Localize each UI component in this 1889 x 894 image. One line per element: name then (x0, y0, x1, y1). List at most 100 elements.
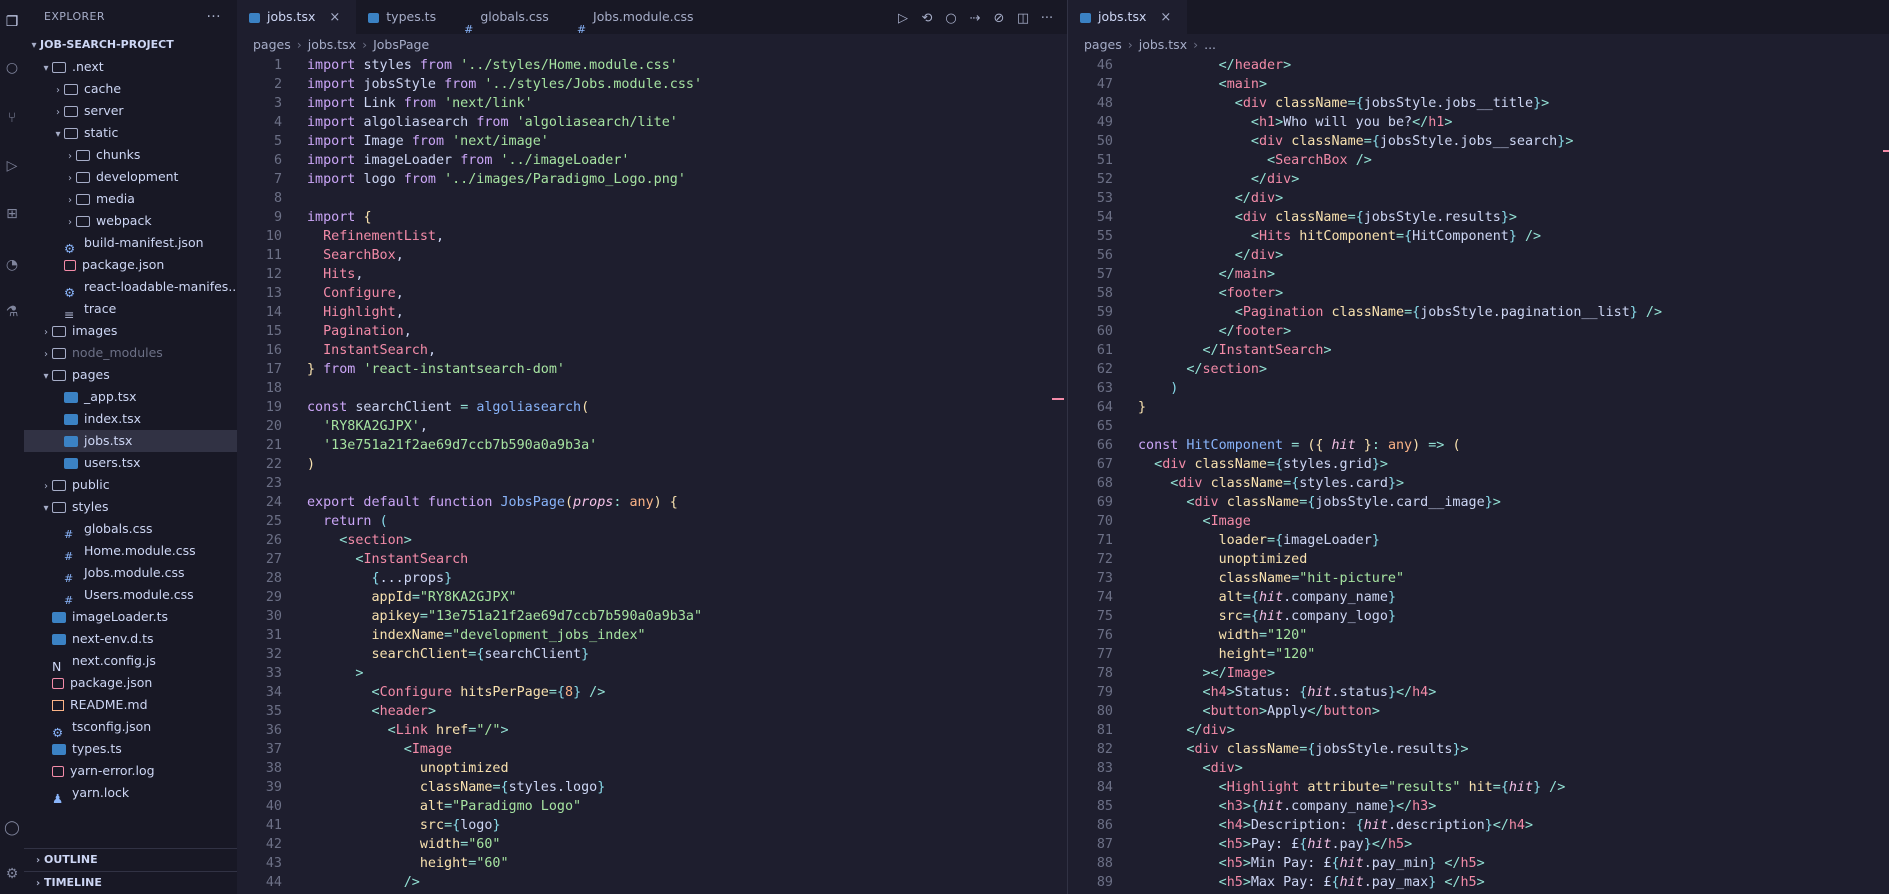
file-item[interactable]: index.tsx (24, 408, 237, 430)
tree-item-label: imageLoader.ts (72, 609, 168, 624)
file-item[interactable]: ⚙ tsconfig.json (24, 716, 237, 738)
file-item[interactable]: Nnext.config.js (24, 650, 237, 672)
file-item[interactable]: package.json (24, 254, 237, 276)
folder-item[interactable]: › chunks (24, 144, 237, 166)
extensions-icon[interactable]: ⊞ (2, 204, 22, 224)
files-icon[interactable]: ❐ (2, 12, 22, 32)
file-item[interactable]: # Users.module.css (24, 584, 237, 606)
line-number: 63 (1096, 381, 1113, 396)
line-text: 'RY8KA2GJPX', (323, 419, 428, 434)
tab-jobs-module-css[interactable]: # Jobs.module.css (565, 0, 710, 36)
file-item[interactable]: jobs.tsx (24, 430, 237, 452)
chevron-right-icon: › (44, 327, 48, 338)
folder-item[interactable]: › webpack (24, 210, 237, 232)
folder-item[interactable]: › server (24, 100, 237, 122)
line-number: 75 (1096, 609, 1113, 624)
section-outline[interactable]: › OUTLINE (24, 848, 237, 871)
source-control-icon[interactable]: ⑂ (2, 108, 22, 128)
run-icon[interactable]: ▷ (891, 2, 915, 36)
line-text: > (355, 666, 364, 681)
file-item[interactable]: ⚙ build-manifest.json (24, 232, 237, 254)
run-debug-icon[interactable]: ▷ (2, 156, 22, 176)
file-item[interactable]: README.md (24, 694, 237, 716)
tab-jobs-tsx[interactable]: jobs.tsx × (1068, 0, 1188, 34)
folder-item[interactable]: › cache (24, 78, 237, 100)
line-text: indexName="development_jobs_index" (371, 628, 646, 643)
timeline-icon[interactable]: ⊘ (987, 2, 1011, 36)
code-area[interactable]: 46 </header> 47 <main> 48 <div className={… (1068, 56, 1889, 894)
code-line: 80 <button>Apply</button> (1068, 702, 1889, 721)
more-actions-icon[interactable]: ··· (206, 0, 221, 34)
folder-item[interactable]: ▾ pages (24, 364, 237, 386)
file-item[interactable]: users.tsx (24, 452, 237, 474)
line-number: 77 (1096, 647, 1113, 662)
breadcrumb-item[interactable]: pages (253, 37, 291, 52)
close-icon[interactable]: × (329, 10, 340, 25)
tree-item-label: images (72, 323, 118, 338)
remote-icon[interactable]: ◔ (2, 255, 22, 275)
file-item[interactable]: imageLoader.ts (24, 606, 237, 628)
go-forward-icon[interactable]: ⇢ (963, 2, 987, 36)
file-item[interactable]: ♟ yarn.lock (24, 782, 237, 804)
breadcrumb-item[interactable]: ... (1204, 37, 1216, 52)
folder-item[interactable]: ▾ styles (24, 496, 237, 518)
ts-file-icon (64, 458, 78, 469)
close-icon[interactable]: × (1160, 10, 1171, 25)
breadcrumb-item[interactable]: jobs.tsx (308, 37, 356, 52)
tab-globals-css[interactable]: # globals.css (452, 0, 565, 36)
code-line: 67 <div className={styles.grid}> (1068, 455, 1889, 474)
folder-icon (52, 480, 66, 491)
file-item[interactable]: # globals.css (24, 518, 237, 540)
search-icon[interactable]: ○ (2, 58, 22, 78)
line-text: className="hit-picture" (1218, 571, 1405, 586)
line-number: 9 (273, 210, 282, 225)
file-item[interactable]: # Home.module.css (24, 540, 237, 562)
line-number: 79 (1096, 685, 1113, 700)
file-item[interactable]: types.ts (24, 738, 237, 760)
file-item[interactable]: ≡ trace (24, 298, 237, 320)
file-item[interactable]: yarn-error.log (24, 760, 237, 782)
css-file-icon: # (64, 594, 74, 606)
go-back-icon[interactable]: ⟲ (915, 2, 939, 36)
split-editor-icon[interactable]: ◫ (1011, 2, 1035, 36)
folder-item[interactable]: › public (24, 474, 237, 496)
account-icon[interactable]: ◯ (2, 818, 22, 838)
code-line: 46 </header> (1068, 56, 1889, 75)
file-item[interactable]: next-env.d.ts (24, 628, 237, 650)
toggle-icon[interactable]: ○ (939, 2, 963, 36)
more-actions-icon[interactable]: ··· (1035, 2, 1059, 36)
line-text: <footer> (1218, 286, 1284, 301)
folder-item[interactable]: › images (24, 320, 237, 342)
line-number: 67 (1096, 457, 1113, 472)
tab-jobs-tsx[interactable]: jobs.tsx × (237, 0, 357, 34)
section-timeline[interactable]: › TIMELINE (24, 871, 237, 894)
breadcrumb-item[interactable]: jobs.tsx (1139, 37, 1187, 52)
file-item[interactable]: ⚙ react-loadable-manifes... (24, 276, 237, 298)
breadcrumb-item[interactable]: pages (1084, 37, 1122, 52)
file-item[interactable]: package.json (24, 672, 237, 694)
explorer-root-folder[interactable]: ▾ JOB-SEARCH-PROJECT (24, 34, 237, 56)
file-item[interactable]: # Jobs.module.css (24, 562, 237, 584)
line-number: 71 (1096, 533, 1113, 548)
file-item[interactable]: _app.tsx (24, 386, 237, 408)
folder-item[interactable]: › node_modules (24, 342, 237, 364)
line-number: 83 (1096, 761, 1113, 776)
code-area[interactable]: 1 import styles from '../styles/Home.modu… (237, 56, 1067, 894)
code-line: 22) (237, 455, 1067, 474)
folder-item[interactable]: ▾ .next (24, 56, 237, 78)
line-number: 3 (273, 96, 282, 111)
tab-types-ts[interactable]: types.ts (356, 0, 452, 34)
folder-item[interactable]: › development (24, 166, 237, 188)
folder-item[interactable]: ▾ static (24, 122, 237, 144)
breadcrumb-item[interactable]: JobsPage (373, 37, 429, 52)
line-number: 86 (1096, 818, 1113, 833)
line-number: 56 (1096, 248, 1113, 263)
tree-item-label: index.tsx (84, 411, 141, 426)
line-number: 31 (265, 628, 282, 643)
folder-icon (52, 348, 66, 359)
folder-icon (76, 194, 90, 205)
testing-icon[interactable]: ⚗ (2, 302, 22, 322)
folder-item[interactable]: › media (24, 188, 237, 210)
line-number: 81 (1096, 723, 1113, 738)
settings-icon[interactable]: ⚙ (2, 864, 22, 884)
